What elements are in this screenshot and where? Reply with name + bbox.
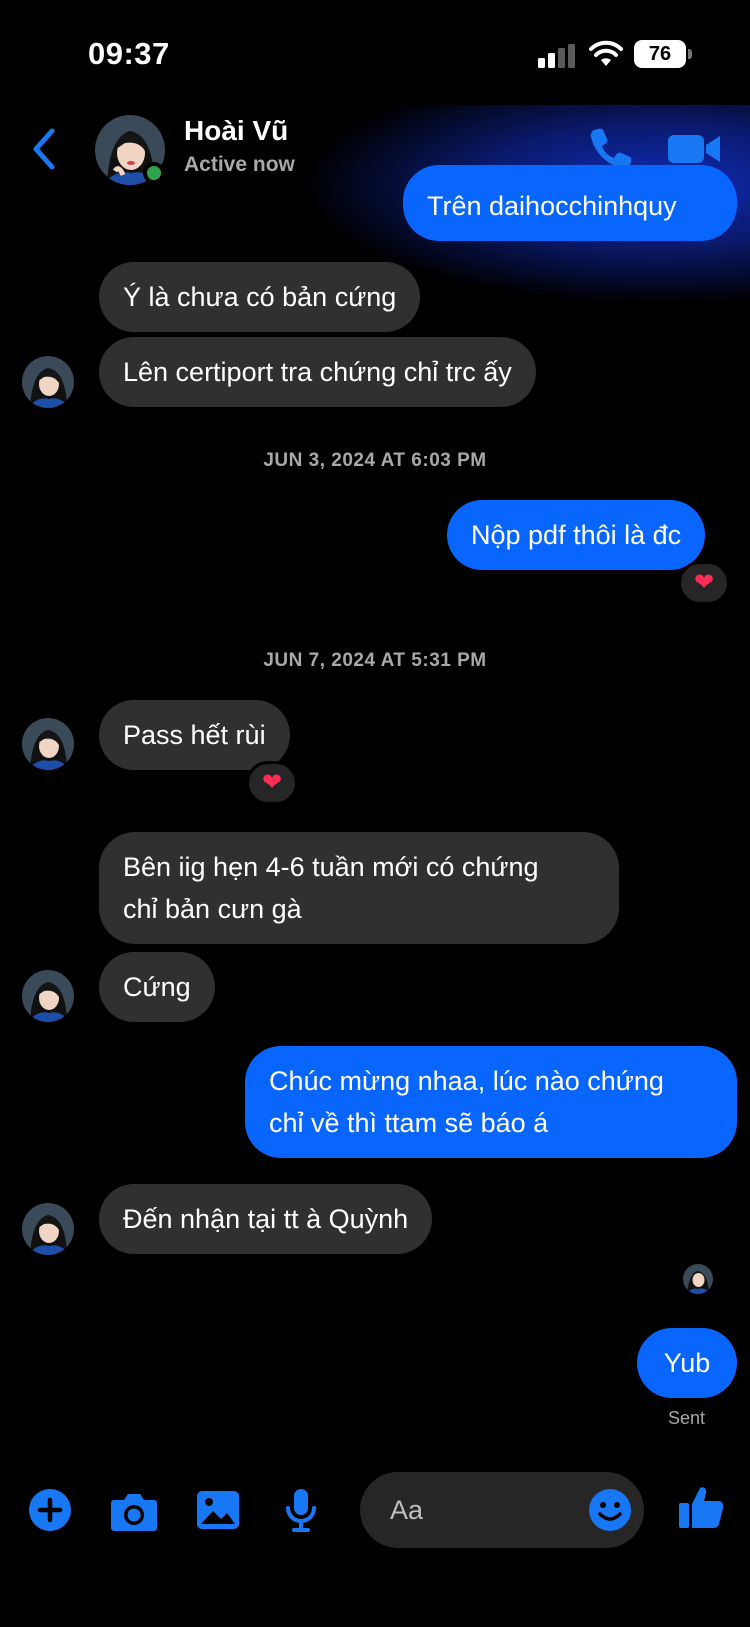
message-bubble-incoming[interactable]: Pass hết rùi — [99, 700, 290, 770]
emoji-smiley-icon[interactable] — [588, 1488, 632, 1532]
message-text: Ý là chưa có bản cứng — [123, 282, 397, 312]
message-bubble-incoming[interactable]: Ý là chưa có bản cứng — [99, 262, 421, 332]
video-call-icon[interactable] — [668, 129, 722, 169]
battery-cap — [688, 49, 692, 59]
sent-status: Sent — [668, 1408, 706, 1428]
contact-status: Active now — [184, 153, 295, 176]
gallery-image-icon[interactable] — [196, 1490, 240, 1530]
message-text: Chúc mừng nhaa, lúc nào chứng — [269, 1066, 664, 1096]
message-text: Nộp pdf thôi là đc — [471, 520, 682, 550]
avatar-portrait-icon — [683, 1264, 713, 1294]
timestamp-divider: JUN 7, 2024 AT 5:31 PM — [263, 650, 487, 671]
status-bar: 09:37 76 — [0, 0, 750, 105]
plus-icon[interactable] — [28, 1488, 72, 1532]
avatar-portrait-icon — [22, 970, 74, 1022]
message-text: chỉ về thì ttam sẽ báo á — [269, 1108, 549, 1138]
sender-avatar[interactable] — [22, 1203, 74, 1255]
message-bubble-incoming[interactable]: Đến nhận tại tt à Quỳnh — [99, 1184, 433, 1254]
message-text: Bên iig hẹn 4-6 tuần mới có chứng — [123, 852, 539, 882]
heart-reaction-icon[interactable]: ❤ — [246, 761, 298, 805]
message-bubble-outgoing[interactable]: Trên daihocchinhquy — [403, 165, 737, 241]
message-text: Cứng — [123, 972, 191, 1002]
message-text: Lên certiport tra chứng chỉ trc ấy — [123, 357, 512, 387]
message-text: Pass hết rùi — [123, 720, 266, 750]
sender-avatar[interactable] — [22, 970, 74, 1022]
sender-avatar[interactable] — [22, 718, 74, 770]
timestamp-divider: JUN 3, 2024 AT 6:03 PM — [263, 450, 487, 471]
message-text: Trên daihocchinhquy — [427, 191, 677, 221]
microphone-icon[interactable] — [286, 1488, 316, 1532]
status-time: 09:37 — [88, 36, 170, 71]
seen-receipt-avatar — [683, 1264, 713, 1294]
message-text: Đến nhận tại tt à Quỳnh — [123, 1204, 409, 1234]
back-chevron-icon[interactable] — [26, 125, 62, 173]
message-bubble-outgoing[interactable]: Chúc mừng nhaa, lúc nào chứng chỉ về thì… — [245, 1046, 737, 1158]
message-bubble-incoming[interactable]: Cứng — [99, 952, 215, 1022]
message-bubble-outgoing[interactable]: Nộp pdf thôi là đc — [447, 500, 706, 570]
message-composer — [0, 1470, 750, 1550]
sender-avatar[interactable] — [22, 356, 74, 408]
avatar-portrait-icon — [22, 356, 74, 408]
message-bubble-outgoing[interactable]: Yub — [637, 1328, 737, 1398]
camera-icon[interactable] — [110, 1490, 158, 1532]
message-text: Yub — [663, 1348, 711, 1378]
online-indicator — [143, 162, 165, 184]
message-bubble-incoming[interactable]: Bên iig hẹn 4-6 tuần mới có chứng chỉ bả… — [99, 832, 619, 944]
avatar-portrait-icon — [22, 1203, 74, 1255]
message-bubble-incoming[interactable]: Lên certiport tra chứng chỉ trc ấy — [99, 337, 536, 407]
message-text: chỉ bản cưn gà — [123, 894, 302, 924]
avatar-portrait-icon — [22, 718, 74, 770]
heart-reaction-icon[interactable]: ❤ — [678, 561, 730, 605]
thumbs-up-icon[interactable] — [678, 1484, 724, 1530]
cellular-signal-icon — [538, 44, 575, 68]
contact-name[interactable]: Hoài Vũ — [184, 115, 288, 147]
battery-level: 76 — [634, 40, 686, 68]
wifi-icon — [589, 40, 623, 66]
